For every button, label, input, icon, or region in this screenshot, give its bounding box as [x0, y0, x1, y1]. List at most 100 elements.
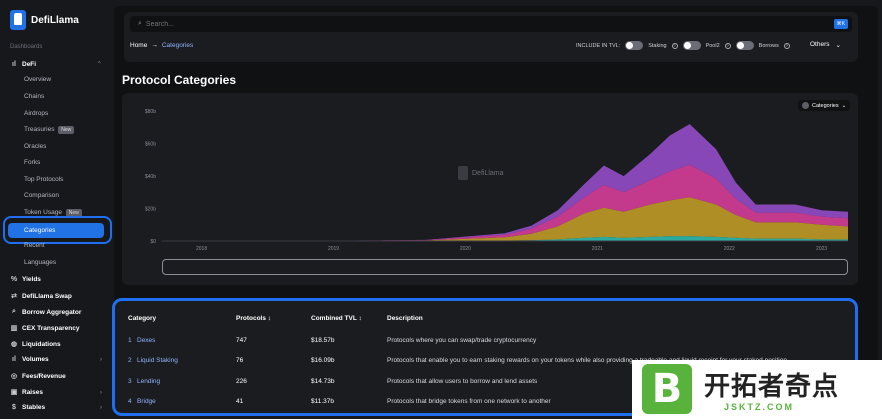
y-tick-label: $0 — [150, 239, 156, 245]
protocols-count: 41 — [236, 398, 244, 405]
sidebar-item-fees-revenue[interactable]: ◎ Fees/Revenue — [10, 372, 102, 381]
col-header-category[interactable]: Category — [128, 315, 156, 322]
staking-toggle[interactable] — [625, 41, 644, 50]
help-icon[interactable]: ? — [783, 42, 790, 49]
category-link[interactable]: Bridge — [137, 398, 156, 405]
shortcut-badge: ⌘K — [833, 19, 848, 29]
breadcrumb-current: Categories — [161, 42, 194, 49]
x-tick-label: 2021 — [592, 246, 603, 252]
sidebar-subitem-chains[interactable]: Chains — [24, 93, 44, 100]
site-logo-icon: B — [642, 364, 692, 414]
category-description: Protocols that allow users to borrow and… — [387, 378, 538, 385]
combined-tvl: $18.57b — [311, 337, 335, 344]
site-title: 开拓者奇点 — [704, 372, 840, 402]
breadcrumb: Home → Categories — [130, 42, 193, 49]
borrows-label: Borrows — [758, 42, 779, 49]
dollar-icon: $ — [12, 404, 16, 411]
sidebar-subitem-oracles[interactable]: Oracles — [24, 143, 46, 150]
app-logo[interactable]: DefiLlama — [10, 10, 79, 30]
wallet-icon: ▣ — [10, 389, 18, 396]
sidebar-item-raises[interactable]: ▣ Raises › — [10, 388, 102, 397]
section-label: Dashboards — [10, 44, 43, 50]
page-title: Protocol Categories — [122, 73, 237, 87]
site-watermark-banner: B 开拓者奇点 JSKTZ.COM — [632, 360, 882, 419]
search-icon: ⌕ — [12, 308, 16, 315]
site-url: JSKTZ.COM — [724, 402, 795, 412]
sidebar-subitem-languages[interactable]: Languages — [24, 259, 56, 266]
help-icon[interactable]: ? — [671, 42, 678, 49]
category-link[interactable]: Dexes — [137, 337, 155, 344]
building-icon: ▥ — [10, 325, 18, 332]
sidebar-item-label: Volumes — [22, 356, 49, 363]
tvl-include-options: INCLUDE IN TVL: Staking ? Pool2 ? Borrow… — [576, 41, 790, 50]
sidebar-item-yields[interactable]: % Yields — [10, 276, 102, 283]
sidebar-item-defi[interactable]: ıl DeFi ⌃ — [10, 60, 102, 69]
chevron-right-icon: › — [99, 388, 102, 396]
sidebar-item-stables[interactable]: $ Stables › — [10, 404, 102, 411]
protocols-count: 747 — [236, 337, 247, 344]
category-description: Protocols that bridge tokens from one ne… — [387, 398, 551, 405]
site-logo-letter: B — [651, 366, 683, 412]
sidebar-subitem-recent[interactable]: Recent — [24, 242, 45, 249]
x-tick-label: 2020 — [460, 246, 471, 252]
chevron-up-icon: ⌃ — [96, 61, 102, 68]
staking-label: Staking — [648, 42, 667, 49]
sidebar-item-liquidations[interactable]: ◍ Liquidations — [10, 340, 102, 349]
sidebar-item-label: DeFi — [22, 60, 37, 68]
swap-icon: ⇄ — [11, 293, 17, 300]
category-link[interactable]: Liquid Staking — [137, 357, 178, 364]
sidebar-item-swap[interactable]: ⇄ DefiLlama Swap — [10, 292, 102, 301]
sidebar-subitem-forks[interactable]: Forks — [24, 159, 40, 166]
sidebar-item-volumes[interactable]: ıl Volumes › — [10, 356, 102, 363]
pool2-toggle[interactable] — [682, 41, 701, 50]
col-header-tvl[interactable]: Combined TVL ↕ — [311, 315, 362, 322]
sidebar-subitem-airdrops[interactable]: Airdrops — [24, 110, 48, 117]
others-dropdown[interactable]: Others ⌄ — [810, 41, 841, 49]
chevron-down-icon: ⌄ — [841, 102, 847, 109]
x-tick-label: 2019 — [328, 246, 339, 252]
x-tick-label: 2022 — [724, 246, 735, 252]
chevron-right-icon: › — [99, 404, 102, 411]
sidebar-subitem-treasuries[interactable]: Treasuries New — [24, 126, 75, 134]
help-icon[interactable]: ? — [724, 42, 731, 49]
others-label: Others — [810, 41, 830, 48]
sidebar-item-label: Liquidations — [22, 340, 61, 348]
search-icon: ⌕ — [138, 20, 142, 27]
combined-tvl: $11.37b — [311, 398, 335, 405]
sidebar-item-label: DefiLlama Swap — [22, 292, 72, 300]
protocols-count: 76 — [236, 357, 244, 364]
combined-tvl: $16.09b — [311, 357, 335, 364]
row-rank: 1 — [128, 337, 132, 344]
chart-range-brush[interactable] — [162, 259, 848, 275]
include-label: INCLUDE IN TVL: — [576, 42, 621, 49]
sidebar-item-label: Borrow Aggregator — [22, 308, 82, 316]
highlight-ring — [3, 216, 112, 244]
sidebar-item-cex-transparency[interactable]: ▥ CEX Transparency — [10, 324, 102, 333]
categories-selector[interactable]: Categories ⌄ — [798, 100, 851, 111]
sidebar-item-label: Fees/Revenue — [22, 372, 66, 380]
breadcrumb-home[interactable]: Home — [130, 42, 147, 49]
combined-tvl: $14.73b — [311, 378, 335, 385]
category-link[interactable]: Lending — [137, 378, 160, 385]
tvl-area-chart[interactable]: $0 $20b $40b $60b $80b 2018 2019 2020 2021 2022 2… — [122, 93, 858, 285]
sidebar-item-borrow-aggregator[interactable]: ⌕ Borrow Aggregator — [10, 308, 102, 316]
sidebar-item-label: Raises — [22, 388, 43, 396]
category-description: Protocols where you can swap/trade crypt… — [387, 337, 537, 344]
watermark-text: DefiLlama — [472, 169, 504, 177]
y-tick-label: $40b — [145, 174, 156, 180]
y-tick-label: $20b — [145, 207, 156, 213]
row-rank: 3 — [128, 378, 132, 385]
col-header-protocols[interactable]: Protocols ↕ — [236, 315, 271, 322]
search-input[interactable] — [145, 20, 806, 28]
percent-icon: % — [10, 276, 18, 283]
drop-icon: ◍ — [10, 341, 18, 348]
x-tick-label: 2018 — [196, 246, 207, 252]
llama-logo-icon — [10, 10, 26, 30]
row-rank: 2 — [128, 357, 132, 364]
sidebar-item-label: Stables — [22, 404, 46, 411]
sidebar-subitem-comparison[interactable]: Comparison — [24, 192, 59, 199]
sidebar-item-label: Token Usage — [24, 209, 62, 216]
sidebar-subitem-overview[interactable]: Overview — [24, 76, 51, 83]
sidebar-subitem-top-protocols[interactable]: Top Protocols — [24, 176, 63, 183]
borrows-toggle[interactable] — [735, 41, 754, 50]
